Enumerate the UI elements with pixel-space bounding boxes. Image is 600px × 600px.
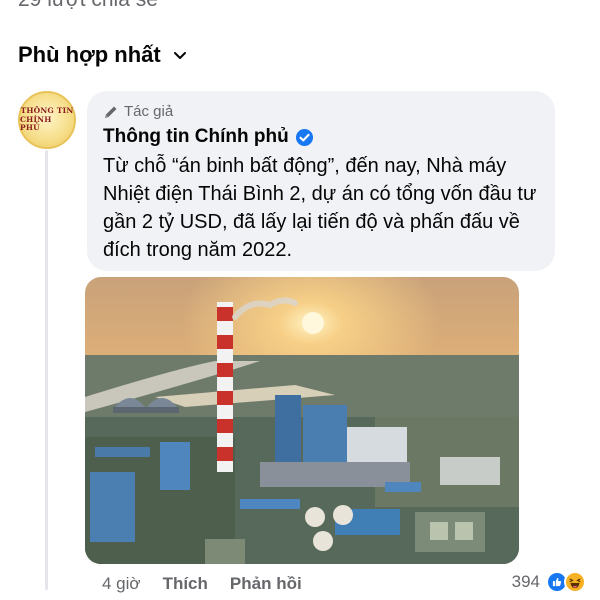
comment-actions: 4 giờ Thích Phản hồi: [102, 574, 302, 594]
sort-label: Phù hợp nhất: [18, 42, 161, 67]
sort-dropdown[interactable]: Phù hợp nhất: [18, 42, 189, 68]
reply-button[interactable]: Phản hồi: [230, 574, 302, 594]
avatar[interactable]: THÔNG TIN CHÍNH PHỦ: [18, 91, 76, 149]
reaction-count: 394: [511, 572, 540, 591]
comment-bubble: Tác giả Thông tin Chính phủ Từ chỗ “án b…: [87, 91, 555, 271]
like-button[interactable]: Thích: [163, 574, 208, 594]
author-name[interactable]: Thông tin Chính phủ: [103, 126, 289, 148]
author-row: Thông tin Chính phủ: [103, 126, 539, 148]
avatar-text-line-2: CHÍNH PHỦ: [20, 114, 52, 133]
author-badge-label: Tác giả: [124, 103, 174, 120]
pencil-icon: [103, 104, 119, 120]
share-count[interactable]: 29 lượt chia sẻ: [18, 0, 158, 12]
comment-time[interactable]: 4 giờ: [102, 574, 141, 594]
thread-line: [45, 150, 48, 590]
comment-text: Từ chỗ “án binh bất động”, đến nay, Nhà …: [103, 155, 537, 261]
reactions-summary[interactable]: 394: [512, 571, 586, 593]
comment-photo[interactable]: [85, 277, 519, 564]
verified-badge-icon: [295, 128, 314, 147]
author-badge: Tác giả: [103, 103, 539, 120]
chevron-down-icon: [171, 46, 189, 64]
haha-icon: [564, 571, 586, 593]
